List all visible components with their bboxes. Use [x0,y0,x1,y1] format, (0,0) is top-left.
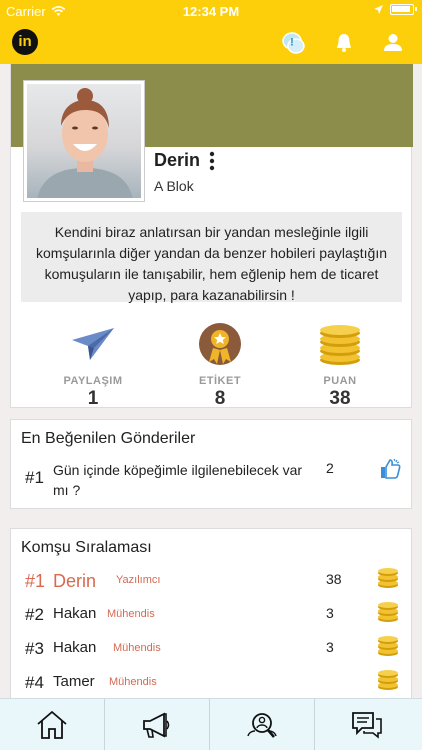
profile-bio: Kendini biraz anlatırsan bir yandan mesl… [21,212,402,303]
top-navbar: in ! [0,22,422,64]
post-rank: #1 [25,468,44,487]
avatar-portrait [37,88,133,198]
tab-announcements[interactable] [105,699,210,750]
ranking-rank: #3 [25,639,44,658]
coins-icon [378,636,398,656]
ranking-profession: Yazılımcı [116,574,161,586]
stat-value: 1 [87,388,99,409]
ranking-name: Derin [53,571,97,591]
clock: 12:34 PM [182,4,240,19]
profile-block: A Blok [154,178,194,194]
ranking-name: Hakan [53,639,97,656]
avatar-photo [27,84,141,198]
chat-bubbles-icon[interactable]: ! [280,30,306,56]
post-text: Gün içinde köpeğimle ilgilenebilecek var… [53,462,303,498]
search-people-icon [247,713,277,738]
megaphone-icon [143,712,170,738]
ranking-name: Tamer [53,673,95,690]
ranking-profession: Mühendis [109,676,157,688]
bell-icon[interactable] [331,30,357,56]
top-posts-title: En Beğenilen Gönderiler [21,430,196,447]
ranking-row[interactable]: #1 Derin Yazılımcı 38 [21,567,401,593]
stat-label: PAYLAŞIM [63,375,123,387]
ranking-points: 38 [326,571,342,587]
home-icon [37,710,67,739]
ranking-rank: #4 [25,673,44,692]
profile-icon[interactable] [380,30,406,56]
location-arrow-icon [374,5,383,14]
status-bar: Carrier 12:34 PM [0,0,422,22]
coins-icon [378,670,398,690]
ranking-title: Komşu Sıralaması [21,539,152,556]
coins-icon [378,602,398,622]
stat-label: ETİKET [198,375,242,387]
coins-icon [320,325,360,365]
chat-icon [352,712,382,739]
ranking-row[interactable]: #3 Hakan Mühendis 3 [21,635,401,661]
more-options-icon[interactable] [206,150,218,172]
stat-value: 38 [329,388,351,409]
avatar[interactable] [23,80,145,202]
tab-home[interactable] [0,699,105,750]
medal-icon [199,323,241,365]
top-post-item[interactable]: #1 Gün içinde köpeğimle ilgilenebilecek … [21,458,401,502]
paper-plane-icon [72,328,114,360]
stat-tags[interactable]: ETİKET 8 [170,322,270,410]
ranking-points: 3 [326,639,334,655]
ranking-rank: #2 [25,605,44,624]
ranking-rank: #1 [25,571,46,591]
neighbor-ranking-card: Komşu Sıralaması #1 Derin Yazılımcı 38 #… [10,528,412,703]
bottom-tab-bar [0,698,422,750]
ranking-profession: Mühendis [113,642,161,654]
top-posts-card: En Beğenilen Gönderiler #1 Gün içinde kö… [10,419,412,509]
thumbs-up-icon[interactable] [379,458,401,480]
ranking-name: Hakan [53,605,97,622]
profile-card: Derin A Blok Kendini biraz anlatırsan bi… [10,64,413,410]
coins-icon [378,568,398,588]
ranking-row[interactable]: #2 Hakan Mühendis 3 [21,601,401,627]
profile-name: Derin [154,150,201,170]
stat-value: 8 [214,388,226,409]
tab-find-neighbors[interactable] [210,699,315,750]
battery-icon [390,4,417,15]
ranking-profession: Mühendis [107,608,155,620]
stat-shares[interactable]: PAYLAŞIM 1 [43,322,143,410]
tab-messages[interactable] [315,699,420,750]
post-like-count: 2 [326,460,334,476]
app-logo[interactable]: in [12,29,38,55]
svg-text:!: ! [290,37,294,49]
stat-points[interactable]: PUAN 38 [290,322,390,410]
stat-label: PUAN [323,375,357,387]
ranking-points: 3 [326,605,334,621]
ranking-row[interactable]: #4 Tamer Mühendis [21,669,401,695]
